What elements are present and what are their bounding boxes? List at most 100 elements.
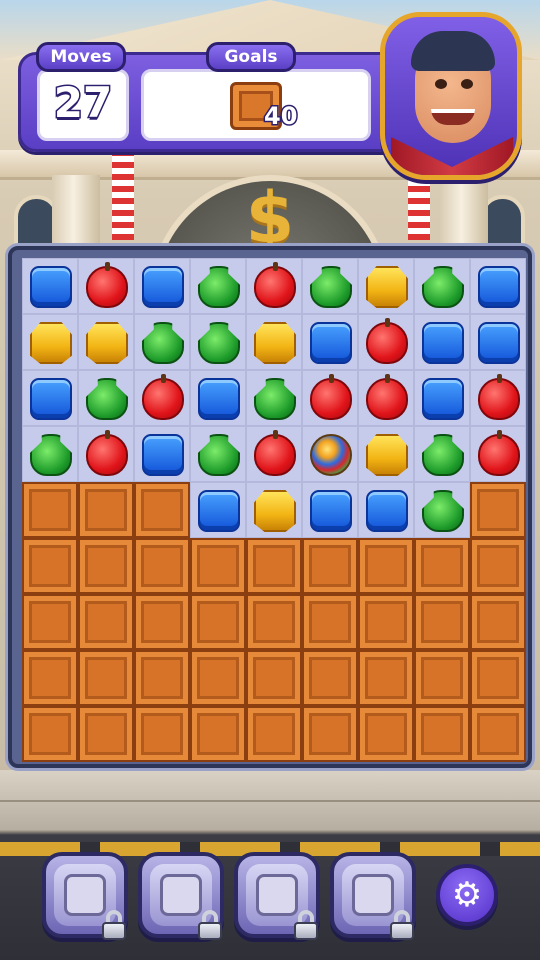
board-cell[interactable] — [302, 314, 358, 370]
board-cell[interactable] — [358, 482, 414, 538]
crate-tile[interactable] — [134, 538, 190, 594]
board-cell[interactable] — [246, 426, 302, 482]
board-cell[interactable] — [190, 426, 246, 482]
crate-tile[interactable] — [358, 594, 414, 650]
board-cell[interactable] — [414, 314, 470, 370]
red-gem-icon[interactable] — [310, 374, 352, 420]
board-cell[interactable] — [246, 482, 302, 538]
board-cell[interactable] — [246, 314, 302, 370]
crate-tile[interactable] — [22, 594, 78, 650]
board-cell[interactable] — [190, 314, 246, 370]
board-cell[interactable] — [414, 426, 470, 482]
crate-tile[interactable] — [134, 706, 190, 762]
crate-tile[interactable] — [470, 538, 526, 594]
blue-gem-icon[interactable] — [366, 490, 408, 532]
crate-tile[interactable] — [414, 538, 470, 594]
green-gem-icon[interactable] — [198, 434, 240, 476]
crate-tile[interactable] — [470, 594, 526, 650]
crate-tile[interactable] — [190, 594, 246, 650]
board-cell[interactable] — [134, 258, 190, 314]
rainbow-ball-icon[interactable] — [310, 434, 352, 476]
crate-tile[interactable] — [414, 706, 470, 762]
yellow-gem-icon[interactable] — [30, 322, 72, 364]
red-gem-icon[interactable] — [478, 430, 520, 476]
board-cell[interactable] — [190, 482, 246, 538]
crate-tile[interactable] — [358, 706, 414, 762]
green-gem-icon[interactable] — [30, 434, 72, 476]
blue-gem-icon[interactable] — [422, 322, 464, 364]
blue-gem-icon[interactable] — [30, 378, 72, 420]
green-gem-icon[interactable] — [422, 490, 464, 532]
red-gem-icon[interactable] — [86, 262, 128, 308]
board-cell[interactable] — [470, 314, 526, 370]
board-cell[interactable] — [78, 426, 134, 482]
board-cell[interactable] — [134, 426, 190, 482]
crate-tile[interactable] — [190, 538, 246, 594]
yellow-gem-icon[interactable] — [254, 322, 296, 364]
board-cell[interactable] — [358, 370, 414, 426]
board-cell[interactable] — [22, 314, 78, 370]
crate-tile[interactable] — [78, 650, 134, 706]
green-gem-icon[interactable] — [254, 378, 296, 420]
board-cell[interactable] — [470, 426, 526, 482]
red-gem-icon[interactable] — [254, 430, 296, 476]
blue-gem-icon[interactable] — [198, 378, 240, 420]
crate-tile[interactable] — [302, 538, 358, 594]
blue-gem-icon[interactable] — [142, 434, 184, 476]
crate-tile[interactable] — [358, 650, 414, 706]
board-cell[interactable] — [78, 370, 134, 426]
board-cell[interactable] — [302, 482, 358, 538]
board-cell[interactable] — [134, 370, 190, 426]
yellow-gem-icon[interactable] — [86, 322, 128, 364]
crate-tile[interactable] — [470, 650, 526, 706]
crate-tile[interactable] — [470, 706, 526, 762]
board-cell[interactable] — [358, 258, 414, 314]
board-cell[interactable] — [358, 314, 414, 370]
board-cell[interactable] — [470, 258, 526, 314]
red-gem-icon[interactable] — [142, 374, 184, 420]
board-cell[interactable] — [22, 258, 78, 314]
crate-tile[interactable] — [134, 594, 190, 650]
board-cell[interactable] — [414, 370, 470, 426]
board-cell[interactable] — [414, 258, 470, 314]
board-cell[interactable] — [78, 258, 134, 314]
board-cell[interactable] — [358, 426, 414, 482]
crate-tile[interactable] — [78, 706, 134, 762]
board-cell[interactable] — [302, 258, 358, 314]
red-gem-icon[interactable] — [254, 262, 296, 308]
green-gem-icon[interactable] — [198, 266, 240, 308]
crate-tile[interactable] — [190, 650, 246, 706]
crate-tile[interactable] — [134, 482, 190, 538]
mayor-portrait[interactable] — [380, 12, 522, 180]
crate-tile[interactable] — [246, 706, 302, 762]
board-cell[interactable] — [414, 482, 470, 538]
board-cell[interactable] — [470, 370, 526, 426]
green-gem-icon[interactable] — [198, 322, 240, 364]
board-cell[interactable] — [302, 370, 358, 426]
crate-tile[interactable] — [246, 538, 302, 594]
board-cell[interactable] — [246, 370, 302, 426]
blue-gem-icon[interactable] — [198, 490, 240, 532]
shield-book-booster-button[interactable] — [330, 852, 416, 940]
crate-tile[interactable] — [22, 482, 78, 538]
green-gem-icon[interactable] — [86, 378, 128, 420]
yellow-gem-icon[interactable] — [366, 434, 408, 476]
crate-tile[interactable] — [414, 650, 470, 706]
board-cell[interactable] — [22, 370, 78, 426]
blue-gem-icon[interactable] — [478, 266, 520, 308]
crate-tile[interactable] — [246, 650, 302, 706]
crate-tile[interactable] — [22, 650, 78, 706]
yellow-gem-icon[interactable] — [254, 490, 296, 532]
crate-tile[interactable] — [470, 482, 526, 538]
yellow-gem-icon[interactable] — [366, 266, 408, 308]
red-gem-icon[interactable] — [86, 430, 128, 476]
red-gem-icon[interactable] — [366, 374, 408, 420]
red-gem-icon[interactable] — [478, 374, 520, 420]
board-cell[interactable] — [190, 258, 246, 314]
blue-gem-icon[interactable] — [310, 490, 352, 532]
cannon-booster-button[interactable] — [138, 852, 224, 940]
crate-tile[interactable] — [358, 538, 414, 594]
robot-booster-button[interactable] — [234, 852, 320, 940]
crate-tile[interactable] — [22, 538, 78, 594]
crate-tile[interactable] — [302, 594, 358, 650]
